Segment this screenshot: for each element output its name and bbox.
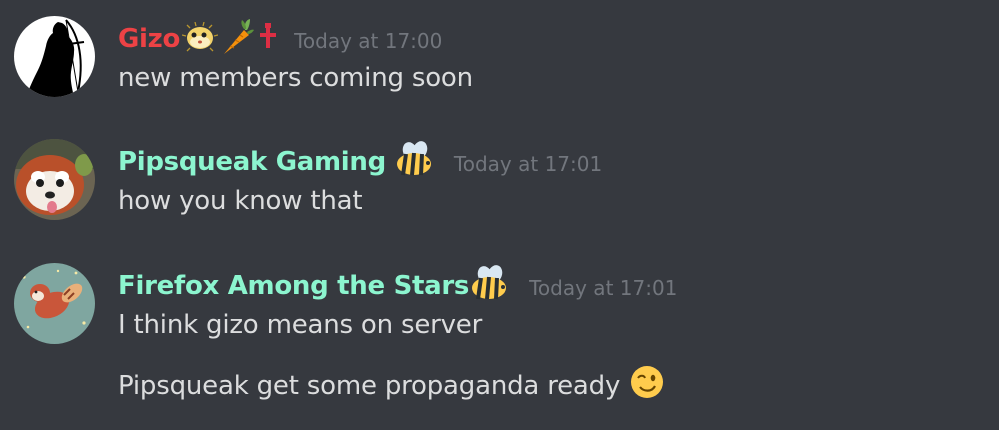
timestamp: Today at 17:00 bbox=[294, 29, 443, 53]
avatar-firefox[interactable] bbox=[14, 263, 95, 344]
winking-face-emoji bbox=[630, 365, 664, 406]
message-header: Firefox Among the Stars Today at 17:01 bbox=[118, 265, 678, 307]
timestamp: Today at 17:01 bbox=[529, 276, 678, 300]
message-header: Gizo Today at 17:00 bbox=[118, 18, 443, 60]
bee-emoji bbox=[394, 141, 434, 183]
message-text-span: Pipsqueak get some propaganda ready bbox=[118, 370, 621, 401]
chat-messages: Gizo Today at 17:00 new members coming s… bbox=[0, 0, 999, 430]
avatar-pipsqueak[interactable] bbox=[14, 139, 95, 220]
username[interactable]: Pipsqueak Gaming bbox=[118, 147, 386, 177]
username[interactable]: Firefox Among the Stars bbox=[118, 271, 469, 301]
avatar-gizo[interactable] bbox=[14, 16, 95, 97]
cross-emoji bbox=[256, 22, 280, 56]
username[interactable]: Gizo bbox=[118, 24, 180, 54]
bee-emoji bbox=[469, 265, 509, 307]
message-text: Pipsqueak get some propaganda ready bbox=[118, 365, 664, 406]
pufferfish-emoji bbox=[181, 21, 219, 56]
message-header: Pipsqueak Gaming Today at 17:01 bbox=[118, 141, 603, 183]
message-text: new members coming soon bbox=[118, 63, 473, 93]
message-text: I think gizo means on server bbox=[118, 310, 483, 340]
message-text: how you know that bbox=[118, 186, 363, 216]
carrot-emoji bbox=[220, 18, 255, 60]
timestamp: Today at 17:01 bbox=[453, 152, 603, 176]
